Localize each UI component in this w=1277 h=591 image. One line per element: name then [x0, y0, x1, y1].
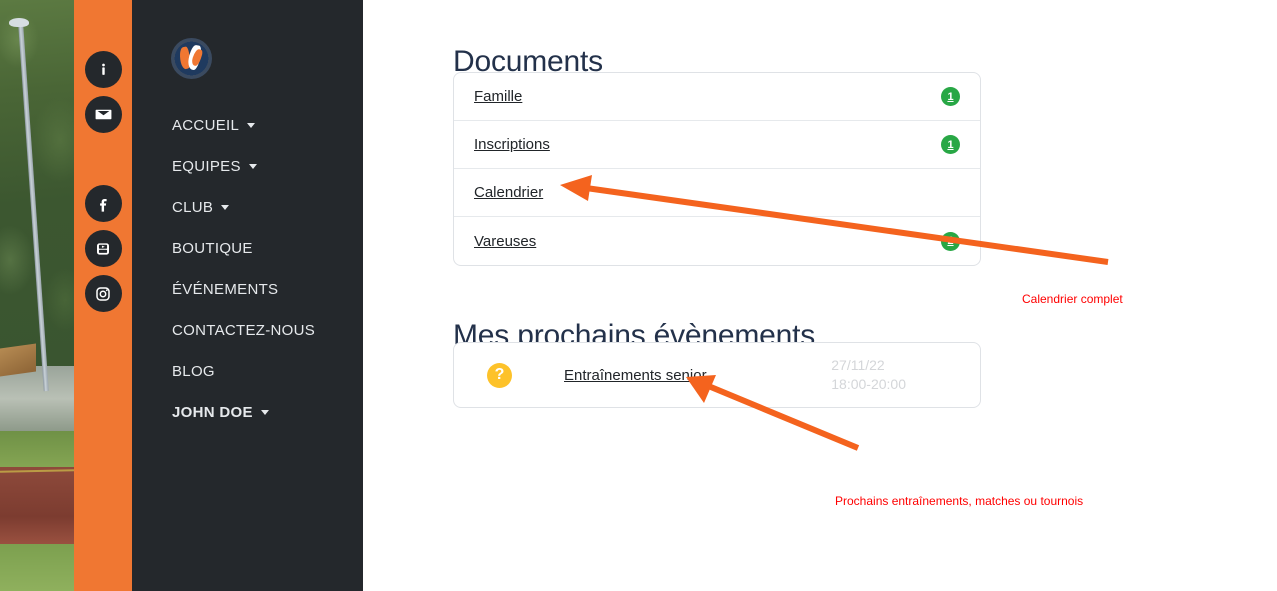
- photo-bench: [0, 343, 36, 376]
- main-content: Documents Famille 1 Inscriptions 1 Calen…: [363, 0, 1277, 591]
- sidebar-item-club[interactable]: CLUB: [132, 187, 363, 228]
- annotation-label-calendrier: Calendrier complet: [1022, 292, 1123, 306]
- status-badge: 1: [941, 87, 960, 106]
- youtube-icon[interactable]: [85, 230, 122, 267]
- sidebar: ACCUEIL EQUIPES CLUB BOUTIQUE ÉVÉNEMENTS…: [132, 0, 363, 591]
- sidebar-item-contactez-nous[interactable]: CONTACTEZ-NOUS: [132, 310, 363, 351]
- sidebar-item-label: CLUB: [172, 199, 213, 216]
- question-mark-icon[interactable]: ?: [487, 363, 512, 388]
- photo-running-track: [0, 467, 74, 550]
- facebook-icon[interactable]: [85, 185, 122, 222]
- document-link-vareuses[interactable]: Vareuses: [474, 233, 536, 250]
- list-item[interactable]: ? Entraînements senior 27/11/22 18:00-20…: [454, 343, 980, 407]
- sidebar-item-blog[interactable]: BLOG: [132, 351, 363, 392]
- event-date: 27/11/22: [831, 357, 884, 373]
- table-row[interactable]: Inscriptions 1: [454, 121, 980, 169]
- table-row[interactable]: Calendrier: [454, 169, 980, 217]
- main-navigation: ACCUEIL EQUIPES CLUB BOUTIQUE ÉVÉNEMENTS…: [132, 105, 363, 433]
- sidebar-item-boutique[interactable]: BOUTIQUE: [132, 228, 363, 269]
- info-icon[interactable]: [85, 51, 122, 88]
- sidebar-item-label: ACCUEIL: [172, 117, 239, 134]
- chevron-down-icon: [221, 205, 229, 210]
- event-time: 18:00-20:00: [831, 376, 906, 392]
- photo-grass-lower: [0, 544, 74, 591]
- photo-lamp-head: [9, 18, 29, 27]
- sidebar-item-label: CONTACTEZ-NOUS: [172, 322, 315, 339]
- club-logo[interactable]: [171, 38, 212, 79]
- photo-ground: [0, 366, 74, 431]
- background-photo: [0, 0, 74, 591]
- chevron-down-icon: [249, 164, 257, 169]
- instagram-icon[interactable]: [85, 275, 122, 312]
- sidebar-item-label: BLOG: [172, 363, 215, 380]
- annotation-label-events: Prochains entraînements, matches ou tour…: [835, 494, 1083, 508]
- photo-trees: [0, 0, 74, 366]
- document-link-calendrier[interactable]: Calendrier: [474, 184, 543, 201]
- document-link-famille[interactable]: Famille: [474, 88, 522, 105]
- table-row[interactable]: Famille 1: [454, 73, 980, 121]
- sidebar-item-user-menu[interactable]: JOHN DOE: [132, 392, 363, 433]
- status-badge: 2: [941, 232, 960, 251]
- club-logo-disc: [171, 38, 212, 79]
- documents-card: Famille 1 Inscriptions 1 Calendrier Vare…: [453, 72, 981, 266]
- chevron-down-icon: [247, 123, 255, 128]
- document-link-inscriptions[interactable]: Inscriptions: [474, 136, 550, 153]
- event-link[interactable]: Entraînements senior: [564, 367, 707, 384]
- sidebar-item-label: ÉVÉNEMENTS: [172, 281, 278, 298]
- sidebar-item-label: JOHN DOE: [172, 404, 253, 421]
- sidebar-item-evenements[interactable]: ÉVÉNEMENTS: [132, 269, 363, 310]
- sidebar-item-label: BOUTIQUE: [172, 240, 253, 257]
- status-badge: 1: [941, 135, 960, 154]
- envelope-icon[interactable]: [85, 96, 122, 133]
- events-card: ? Entraînements senior 27/11/22 18:00-20…: [453, 342, 981, 408]
- sidebar-item-label: EQUIPES: [172, 158, 241, 175]
- event-datetime: 27/11/22 18:00-20:00: [831, 356, 906, 394]
- chevron-down-icon: [261, 410, 269, 415]
- sidebar-item-equipes[interactable]: EQUIPES: [132, 146, 363, 187]
- social-rail: [74, 0, 132, 591]
- sidebar-item-accueil[interactable]: ACCUEIL: [132, 105, 363, 146]
- table-row[interactable]: Vareuses 2: [454, 217, 980, 265]
